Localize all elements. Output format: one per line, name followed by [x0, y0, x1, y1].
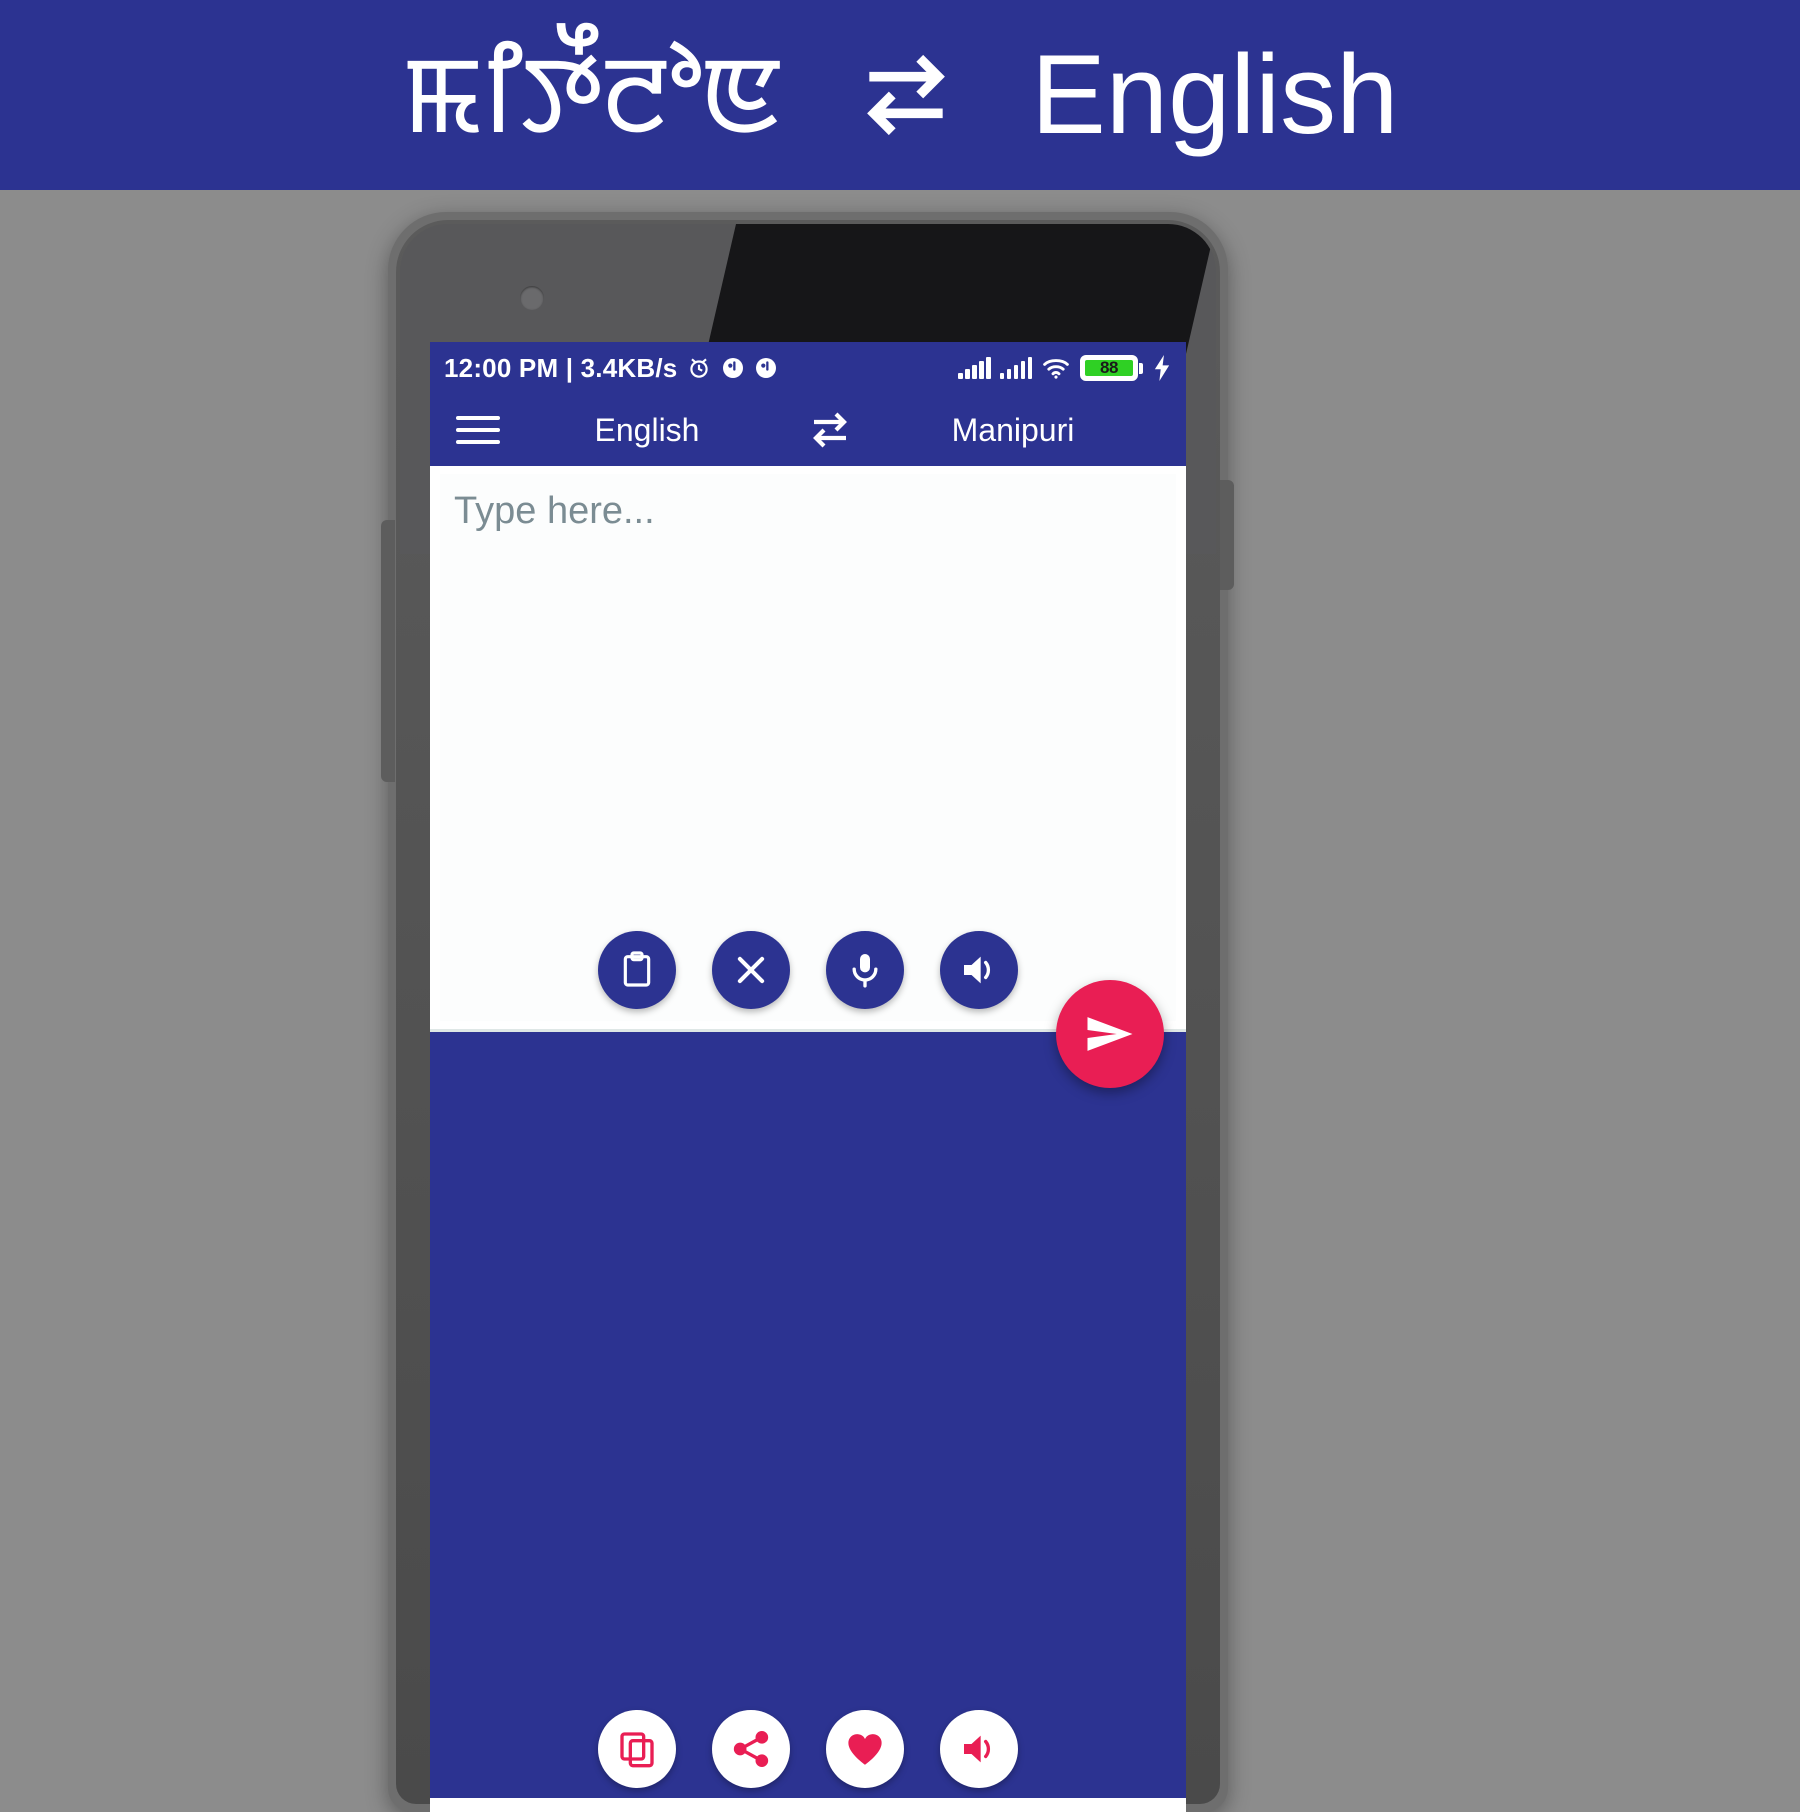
battery-indicator: 88 [1080, 355, 1143, 381]
source-text-panel: Type here... [430, 466, 1186, 1032]
banner-target-language: English [1031, 32, 1399, 157]
paste-button[interactable] [598, 931, 676, 1009]
clear-button[interactable] [712, 931, 790, 1009]
battery-level-label: 88 [1085, 358, 1133, 377]
phone-power-button [1220, 480, 1234, 590]
status-bar: 12:00 PM | 3.4KB/s 88 [430, 342, 1186, 394]
phone-mockup: 12:00 PM | 3.4KB/s 88 English Manipuri T… [381, 212, 1234, 1812]
speak-source-button[interactable] [940, 931, 1018, 1009]
phone-volume-button [381, 520, 395, 782]
cell-signal-icon [999, 357, 1032, 379]
toolbar-target-language[interactable]: Manipuri [952, 412, 1075, 449]
target-text-panel [430, 980, 1186, 1812]
copy-button[interactable] [598, 1710, 676, 1788]
top-banner: ꯃꯤꯇꯩꯂꯣꯟ English [0, 0, 1800, 190]
phone-sensor-dot [520, 286, 544, 310]
hamburger-menu-icon[interactable] [456, 416, 500, 444]
share-button[interactable] [712, 1710, 790, 1788]
send-button[interactable] [1056, 980, 1164, 1088]
speak-target-button[interactable] [940, 1710, 1018, 1788]
phone-camera-dot [790, 268, 844, 322]
alarm-clock-icon [686, 355, 712, 381]
phone-screen: 12:00 PM | 3.4KB/s 88 English Manipuri T… [430, 342, 1186, 1812]
wifi-icon [1041, 356, 1071, 380]
favorite-button[interactable] [826, 1710, 904, 1788]
notification-badge-icon [754, 356, 778, 380]
source-placeholder: Type here... [454, 490, 655, 532]
banner-source-language: ꯃꯤꯇꯩꯂꯣꯟ [401, 34, 784, 155]
voice-input-button[interactable] [826, 931, 904, 1009]
cell-signal-icon [958, 357, 991, 379]
lightning-bolt-icon [1152, 355, 1172, 381]
target-action-row [430, 1710, 1186, 1788]
toolbar-source-language[interactable]: English [595, 412, 700, 449]
app-toolbar: English Manipuri [430, 394, 1186, 466]
notification-badge-icon [721, 356, 745, 380]
toolbar-swap-button[interactable] [794, 406, 866, 454]
banner-swap-icon [841, 40, 971, 150]
target-bottom-strip [430, 1798, 1186, 1812]
status-time-and-speed: 12:00 PM | 3.4KB/s [444, 352, 678, 383]
